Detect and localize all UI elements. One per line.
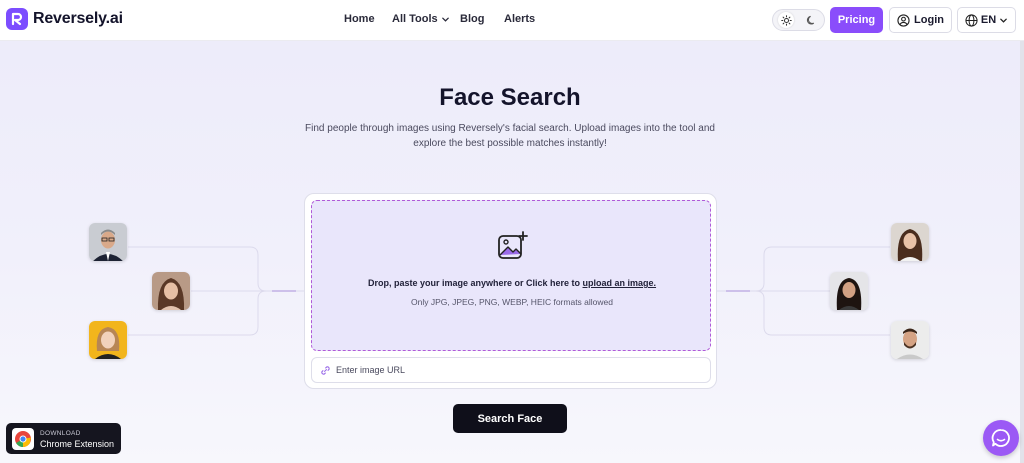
user-icon [897,13,910,27]
brand-logo[interactable]: Reversely.ai [6,8,123,30]
allowed-formats-text: Only JPG, JPEG, PNG, WEBP, HEIC formats … [410,297,613,307]
login-label: Login [914,14,944,26]
link-icon [321,365,330,375]
chevron-down-icon [441,17,449,22]
page-description: Find people through images using Reverse… [305,123,715,149]
chrome-extension-badge[interactable]: DOWNLOAD Chrome Extension [6,423,121,454]
sample-face-image [152,272,190,310]
upload-image-link[interactable]: upload an image. [583,278,657,288]
search-face-button[interactable]: Search Face [453,404,567,433]
sun-icon[interactable] [778,12,794,28]
image-dropzone[interactable]: Drop, paste your image anywhere or Click… [311,200,711,351]
pricing-button[interactable]: Pricing [830,7,883,33]
nav-home-link[interactable]: Home [344,13,375,25]
sample-face-image [830,272,868,310]
sample-face-image [891,223,929,261]
extension-download-label: DOWNLOAD [40,429,81,437]
dropzone-instructions: Drop, paste your image anywhere or Click… [312,278,712,288]
chrome-icon [12,427,34,450]
nav-all-tools-label: All Tools [392,13,438,25]
language-selector[interactable]: EN [957,7,1016,33]
globe-icon [965,13,978,27]
page-title: Face Search [439,84,581,111]
dropzone-text: Drop, paste your image anywhere or Click… [367,278,583,288]
nav-blog-link[interactable]: Blog [460,13,484,25]
page-scrollbar[interactable] [1020,41,1024,463]
extension-name-label: Chrome Extension [40,438,115,449]
nav-all-tools-dropdown[interactable]: All Tools [392,13,450,25]
chrome-extension-text: DOWNLOAD Chrome Extension [40,428,114,450]
chevron-down-icon [1000,18,1007,23]
reversely-logo-icon [6,8,28,30]
sample-face-image [891,321,929,359]
add-image-icon [497,230,529,267]
chat-icon [991,429,1010,447]
theme-toggle[interactable] [772,9,825,31]
nav-alerts-link[interactable]: Alerts [504,13,535,25]
sample-face-image [89,321,127,359]
chat-support-button[interactable] [983,420,1019,456]
sample-face-image [89,223,127,261]
brand-name: Reversely.ai [33,10,123,27]
top-navbar: Reversely.ai Home All Tools Blog Alerts [0,0,1024,41]
image-url-input[interactable] [336,365,696,375]
moon-icon[interactable] [803,12,819,28]
image-url-field[interactable] [311,357,711,383]
language-label: EN [980,14,997,26]
upload-card: Drop, paste your image anywhere or Click… [304,193,717,389]
login-button[interactable]: Login [889,7,952,33]
